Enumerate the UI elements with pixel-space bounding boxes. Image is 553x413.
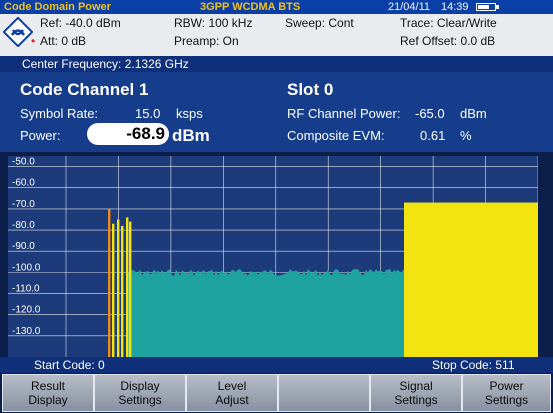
code-range-bar: Start Code: 0 Stop Code: 511 [0, 357, 553, 373]
mode-title: Code Domain Power [4, 1, 111, 13]
code-domain-graph[interactable]: -50.0 -60.0 -70.0 -80.0 -90.0 -100.0 -110.0 -12… [8, 156, 538, 357]
rf-channel-power-unit: dBm [460, 106, 487, 121]
y-tick-label: -60.0 [12, 178, 35, 189]
slot-title: Slot 0 [287, 80, 334, 99]
softkey-label-line2: Settings [394, 393, 438, 407]
empty-softkey[interactable] [278, 374, 370, 412]
code-bar [117, 219, 120, 357]
att-indicator-icon: • [31, 34, 36, 48]
softkey-label-line1 [279, 375, 369, 379]
date-display: 21/04/11 [388, 1, 431, 13]
trace-setting[interactable]: Trace: Clear/Write [400, 16, 497, 30]
standard-title: 3GPP WCDMA BTS [200, 1, 301, 13]
symbol-rate-unit: ksps [176, 106, 203, 121]
code-channel-title: Code Channel 1 [20, 80, 149, 99]
rf-channel-power-label: RF Channel Power: [287, 106, 401, 121]
softkey-label-line1: Level [217, 379, 247, 393]
high-power-code-block [404, 202, 538, 357]
y-tick-label: -70.0 [12, 199, 35, 210]
title-bar: Code Domain Power 3GPP WCDMA BTS 21/04/1… [0, 0, 553, 14]
softkey-label-line1: Signal [399, 379, 433, 393]
power-settings-softkey[interactable]: Power Settings [462, 374, 551, 412]
code-bar [126, 217, 129, 357]
code-bar [121, 225, 124, 357]
softkey-label-line1: Result [30, 379, 65, 393]
ref-offset-setting[interactable]: Ref Offset: 0.0 dB [400, 34, 495, 48]
signal-settings-softkey[interactable]: Signal Settings [370, 374, 462, 412]
ref-level[interactable]: Ref: -40.0 dBm [40, 16, 121, 30]
display-settings-softkey[interactable]: Display Settings [94, 374, 186, 412]
code-bar [129, 221, 132, 357]
y-tick-label: -90.0 [12, 241, 35, 252]
rf-channel-power-value: -65.0 [415, 106, 445, 121]
power-label: Power: [20, 128, 61, 143]
softkey-label-line1: Display [120, 379, 160, 393]
level-adjust-softkey[interactable]: Level Adjust [186, 374, 278, 412]
result-display-softkey[interactable]: Result Display [2, 374, 94, 412]
y-tick-label: -50.0 [12, 157, 35, 168]
power-value-field[interactable]: -68.9 [87, 123, 169, 145]
battery-icon [476, 3, 499, 11]
softkey-label-line2: Settings [484, 393, 529, 407]
composite-evm-value: 0.61 [420, 128, 446, 143]
time-display: 14:39 [441, 1, 469, 13]
start-code: Start Code: 0 [34, 358, 105, 372]
parameter-bar: Ref: -40.0 dBm • Att: 0 dB RBW: 100 kHz … [0, 14, 553, 56]
code-bar [112, 223, 115, 357]
attenuation[interactable]: Att: 0 dB [40, 34, 86, 48]
softkey-label-line1: Power [489, 379, 524, 393]
channel-info-panel: Code Channel 1 Slot 0 Symbol Rate: 15.0 … [0, 72, 553, 152]
y-tick-label: -110.0 [12, 284, 40, 295]
softkey-label-line2: Settings [118, 393, 162, 407]
symbol-rate-label: Symbol Rate: [20, 106, 99, 121]
code-domain-plot[interactable]: -50.0 -60.0 -70.0 -80.0 -90.0 -100.0 -110.0 -12… [8, 156, 538, 357]
symbol-rate-value: 15.0 [135, 106, 161, 121]
softkey-bar: Result Display Display Settings Level Ad… [0, 373, 553, 413]
softkey-label-line2: Display [28, 393, 68, 407]
y-tick-label: -130.0 [12, 326, 41, 337]
rohde-schwarz-logo-icon [3, 17, 33, 47]
noise-floor [128, 268, 404, 357]
power-unit: dBm [172, 126, 210, 145]
sweep-setting[interactable]: Sweep: Cont [285, 16, 354, 30]
y-tick-label: -80.0 [12, 220, 35, 231]
center-frequency: Center Frequency: 2.1326 GHz [22, 57, 189, 71]
preamp-setting[interactable]: Preamp: On [174, 34, 239, 48]
selected-code-bar [108, 208, 111, 357]
stop-code: Stop Code: 511 [432, 358, 515, 372]
rbw-setting[interactable]: RBW: 100 kHz [174, 16, 252, 30]
y-tick-label: -120.0 [12, 305, 41, 316]
y-tick-label: -100.0 [12, 262, 41, 273]
composite-evm-label: Composite EVM: [287, 128, 385, 143]
composite-evm-unit: % [460, 128, 472, 143]
softkey-label-line2: Adjust [215, 393, 249, 407]
center-frequency-bar: Center Frequency: 2.1326 GHz [0, 56, 553, 72]
